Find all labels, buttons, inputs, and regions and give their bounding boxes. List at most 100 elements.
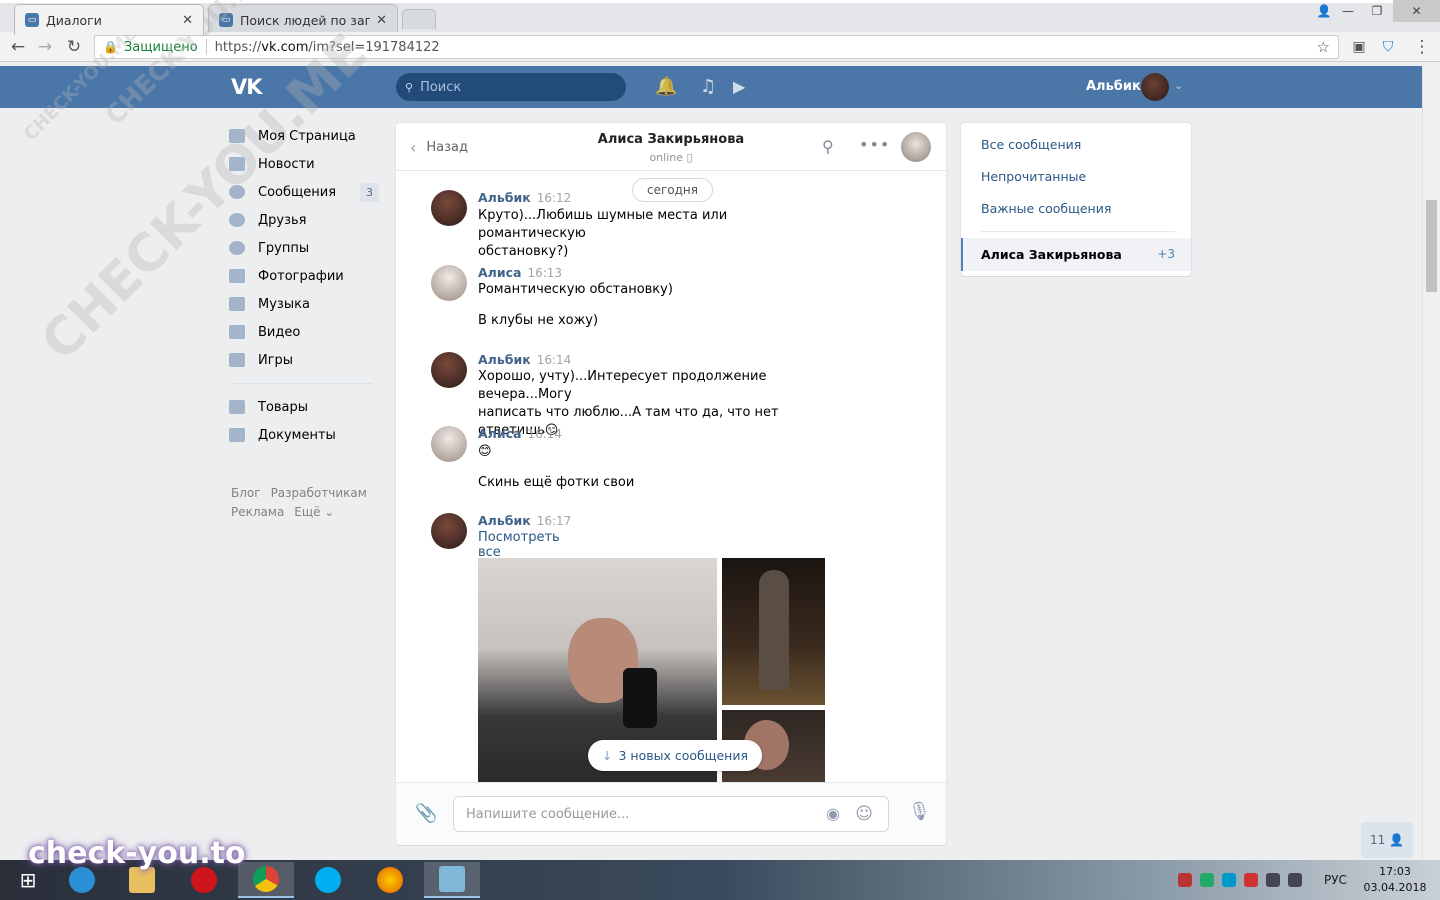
address-bar[interactable]: 🔒 Защищено https://vk.com/im?sel=1917841… bbox=[94, 35, 1339, 59]
online-friends-badge[interactable]: 11 👤 bbox=[1361, 822, 1413, 858]
message-line: обстановку?) bbox=[478, 244, 569, 259]
emoji-icon[interactable]: ☺ bbox=[855, 804, 873, 824]
avatar[interactable] bbox=[1141, 73, 1169, 101]
tray-icon[interactable] bbox=[1244, 873, 1258, 887]
message-text: Круто)...Любишь шумные места или романти… bbox=[478, 207, 838, 261]
tray-icon[interactable] bbox=[1178, 873, 1192, 887]
play-icon[interactable]: ▶ bbox=[733, 77, 745, 96]
tray-icon[interactable] bbox=[1200, 873, 1214, 887]
tab-dialogs[interactable]: ▭ Диалоги ✕ bbox=[14, 4, 204, 35]
volume-icon[interactable] bbox=[1288, 873, 1302, 887]
nav-item-friends[interactable]: Друзья bbox=[229, 206, 379, 234]
filter-all-messages[interactable]: Все сообщения bbox=[981, 137, 1081, 152]
online-count: 11 bbox=[1369, 833, 1386, 847]
message-author[interactable]: Альбик bbox=[478, 190, 531, 205]
left-nav: Моя Страница Новости Сообщения 3 Друзья Г… bbox=[229, 122, 379, 449]
nav-label: Группы bbox=[258, 240, 310, 256]
avatar[interactable] bbox=[431, 426, 467, 462]
nav-item-photos[interactable]: Фотографии bbox=[229, 262, 379, 290]
taskbar-firefox[interactable] bbox=[362, 862, 418, 898]
microphone-icon[interactable]: 🎙 bbox=[908, 801, 931, 822]
home-icon bbox=[229, 129, 245, 143]
music-icon[interactable]: ♫ bbox=[700, 76, 716, 97]
network-icon[interactable] bbox=[1266, 873, 1280, 887]
filter-unread[interactable]: Непрочитанные bbox=[981, 169, 1086, 184]
message-input[interactable]: Напишите сообщение... ◉ ☺ bbox=[453, 796, 889, 832]
message-time[interactable]: 16:17 bbox=[537, 514, 572, 528]
shield-extension-icon[interactable]: ⛉ bbox=[1376, 35, 1400, 59]
chevron-down-icon[interactable]: ⌄ bbox=[1174, 79, 1183, 92]
message-time[interactable]: 16:14 bbox=[527, 427, 562, 441]
close-tab-icon[interactable]: ✕ bbox=[182, 13, 193, 28]
footer-link-ads[interactable]: Реклама bbox=[231, 505, 284, 519]
message-time[interactable]: 16:13 bbox=[527, 266, 562, 280]
avatar[interactable] bbox=[431, 265, 467, 301]
filter-important[interactable]: Важные сообщения bbox=[981, 201, 1111, 216]
browser-toolbar: ← → ↻ 🔒 Защищено https://vk.com/im?sel=1… bbox=[0, 32, 1440, 62]
back-arrow-icon[interactable]: ← bbox=[6, 35, 30, 59]
avatar[interactable] bbox=[431, 513, 467, 549]
camera-icon bbox=[229, 269, 245, 283]
skype-tray-icon[interactable] bbox=[1222, 873, 1236, 887]
new-messages-button[interactable]: ↓ 3 новых сообщения bbox=[588, 740, 762, 771]
nav-item-video[interactable]: Видео bbox=[229, 318, 379, 346]
page-scrollbar[interactable] bbox=[1422, 66, 1440, 860]
nav-label: Моя Страница bbox=[258, 128, 356, 144]
message-author[interactable]: Алиса bbox=[478, 265, 521, 280]
friends-icon bbox=[229, 213, 245, 227]
search-icon[interactable]: ⚲ bbox=[822, 137, 834, 156]
clock[interactable]: 17:03 03.04.2018 bbox=[1362, 864, 1428, 896]
nav-item-news[interactable]: Новости bbox=[229, 150, 379, 178]
message-author[interactable]: Алиса bbox=[478, 426, 521, 441]
footer-link-developers[interactable]: Разработчикам bbox=[271, 486, 367, 500]
nav-item-market[interactable]: Товары bbox=[229, 393, 379, 421]
selected-dialog[interactable]: Алиса Закирьянова +3 bbox=[961, 238, 1191, 271]
more-icon[interactable]: ••• bbox=[859, 135, 890, 154]
contact-avatar[interactable] bbox=[901, 132, 931, 162]
message-author[interactable]: Альбик bbox=[478, 513, 531, 528]
language-indicator[interactable]: РУС bbox=[1324, 873, 1347, 887]
mobile-icon: ▯ bbox=[686, 151, 693, 164]
restore-icon[interactable]: ❐ bbox=[1362, 0, 1392, 22]
market-icon bbox=[229, 400, 245, 414]
message-time[interactable]: 16:12 bbox=[537, 191, 572, 205]
nav-item-music[interactable]: Музыка bbox=[229, 290, 379, 318]
close-tab-icon[interactable]: ✕ bbox=[376, 13, 387, 28]
nav-footer: Блог Разработчикам Реклама Ещё ⌄ bbox=[231, 484, 391, 522]
scrollbar-thumb[interactable] bbox=[1426, 200, 1437, 292]
paperclip-icon[interactable]: 📎 bbox=[415, 803, 437, 824]
minimize-icon[interactable]: — bbox=[1333, 0, 1363, 22]
footer-link-more[interactable]: Ещё ⌄ bbox=[294, 505, 334, 519]
nav-item-messages[interactable]: Сообщения 3 bbox=[229, 178, 379, 206]
photo-attachment[interactable] bbox=[722, 558, 825, 705]
camera-icon[interactable]: ◉ bbox=[826, 804, 840, 823]
close-window-icon[interactable]: ✕ bbox=[1393, 0, 1440, 22]
nav-item-documents[interactable]: Документы bbox=[229, 421, 379, 449]
avatar[interactable] bbox=[431, 352, 467, 388]
vk-logo[interactable]: VK bbox=[231, 75, 263, 99]
message-time[interactable]: 16:14 bbox=[537, 353, 572, 367]
footer-link-blog[interactable]: Блог bbox=[231, 486, 261, 500]
taskbar-app[interactable] bbox=[424, 862, 480, 898]
avatar[interactable] bbox=[431, 190, 467, 226]
header-username[interactable]: Альбик bbox=[1086, 79, 1141, 94]
message-meta: Альбик 16:17 bbox=[478, 513, 571, 529]
tab-people-search[interactable]: ▭ Поиск людей по запрос ✕ bbox=[208, 4, 398, 35]
nav-item-games[interactable]: Игры bbox=[229, 346, 379, 374]
search-input[interactable]: ⚲ Поиск bbox=[396, 73, 626, 101]
nav-label: Видео bbox=[258, 324, 301, 340]
bell-icon[interactable]: 🔔 bbox=[655, 76, 677, 97]
nav-label: Музыка bbox=[258, 296, 310, 312]
message-author[interactable]: Альбик bbox=[478, 352, 531, 367]
extension-icon[interactable]: ▣ bbox=[1347, 35, 1371, 59]
taskbar-chrome[interactable] bbox=[238, 862, 294, 898]
menu-dots-icon[interactable]: ⋮ bbox=[1410, 35, 1434, 59]
bookmark-star-icon[interactable]: ☆ bbox=[1317, 38, 1330, 56]
nav-item-groups[interactable]: Группы bbox=[229, 234, 379, 262]
new-tab-button[interactable] bbox=[402, 9, 436, 29]
reload-icon[interactable]: ↻ bbox=[62, 35, 86, 59]
dialog-panel: ‹ Назад Алиса Закирьянова online ▯ ⚲ ••• … bbox=[396, 123, 946, 845]
nav-item-my-page[interactable]: Моя Страница bbox=[229, 122, 379, 150]
forward-arrow-icon[interactable]: → bbox=[33, 35, 57, 59]
taskbar-skype[interactable] bbox=[300, 862, 356, 898]
